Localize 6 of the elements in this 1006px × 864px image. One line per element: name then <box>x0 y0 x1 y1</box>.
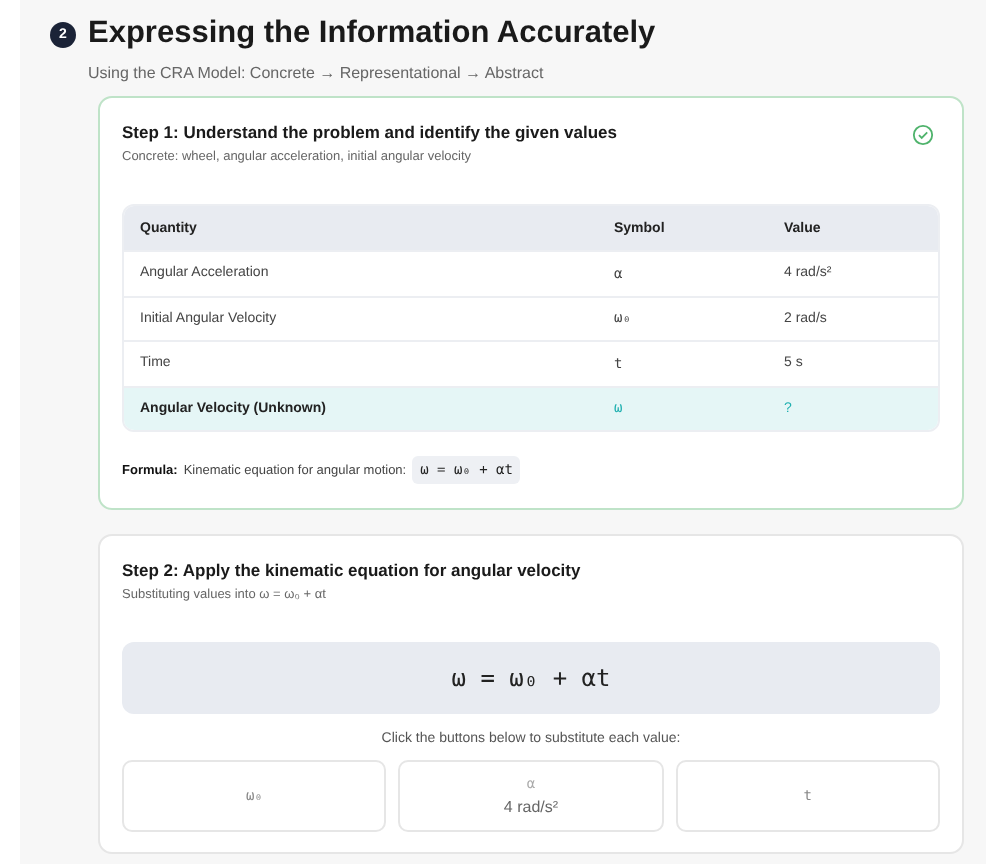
equation-display: ω = ω₀ + αt <box>122 642 940 714</box>
section-subtitle: Using the CRA Model: Concrete → Representational → Abstract <box>88 64 546 82</box>
check-circle-icon <box>912 124 934 146</box>
section-title: Expressing the Information Accurately <box>88 16 656 52</box>
step-title: Step 1: Understand the problem and identify the given values <box>122 122 617 142</box>
step-title: Step 2: Apply the kinematic equation for angular velocity <box>122 560 581 580</box>
